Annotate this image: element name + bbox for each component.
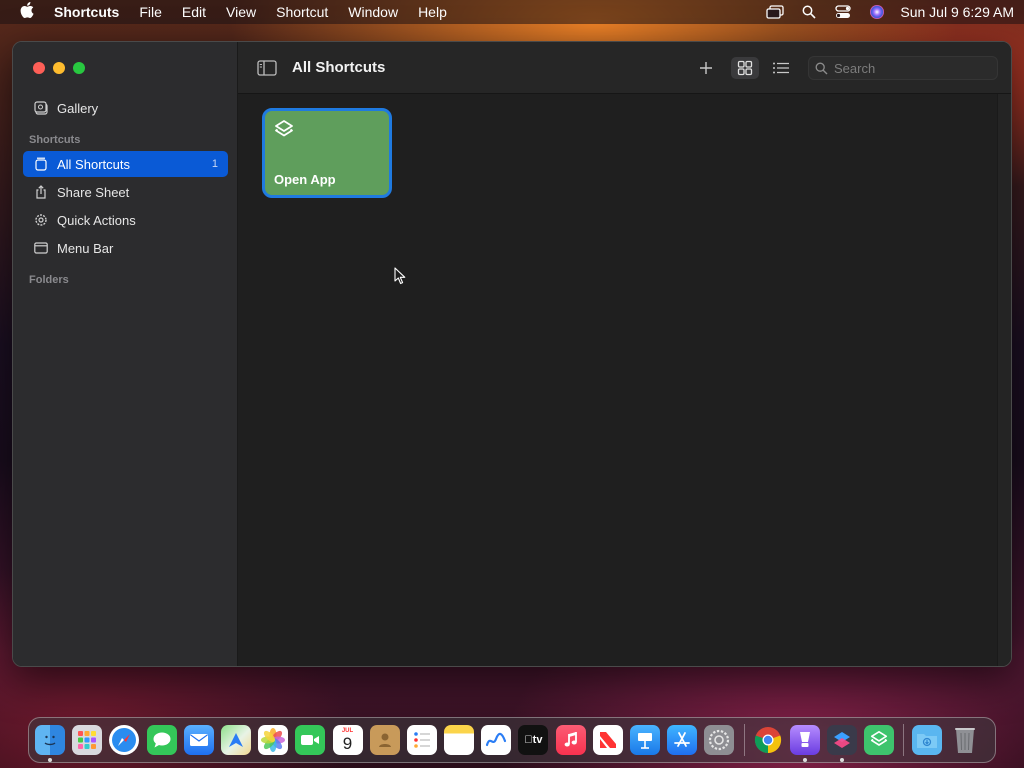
sidebar-item-label: Gallery xyxy=(57,100,99,116)
dock-news-icon[interactable] xyxy=(592,725,623,755)
zoom-window-button[interactable] xyxy=(73,62,85,74)
toggle-sidebar-button[interactable] xyxy=(255,57,279,79)
dock-facetime-icon[interactable] xyxy=(295,725,326,755)
shortcut-card-label: Open App xyxy=(274,172,336,187)
dock-marker-app-icon[interactable] xyxy=(789,725,820,762)
sidebar-section-shortcuts: Shortcuts xyxy=(29,134,81,146)
calendar-day: 9 xyxy=(342,734,353,753)
dock-keynote-icon[interactable] xyxy=(630,725,660,755)
sidebar-item-share-sheet[interactable]: Share Sheet xyxy=(23,179,228,205)
shortcut-card-open-app[interactable]: Open App xyxy=(262,108,392,198)
grid-icon xyxy=(737,60,753,76)
menu-window[interactable]: Window xyxy=(348,4,398,20)
sidebar-item-label: Share Sheet xyxy=(57,184,130,200)
close-window-button[interactable] xyxy=(33,62,45,74)
gallery-icon xyxy=(33,100,49,116)
sidebar-toggle-icon xyxy=(257,60,277,76)
tv-label:  xyxy=(524,734,532,746)
sidebar-item-quick-actions[interactable]: Quick Actions xyxy=(23,207,228,233)
menu-edit[interactable]: Edit xyxy=(182,4,206,20)
page-title: All Shortcuts xyxy=(292,59,386,76)
list-view-button[interactable] xyxy=(767,57,795,79)
main-panel: All Shortcuts Open App xyxy=(238,42,1011,666)
toolbar: All Shortcuts xyxy=(238,42,1011,94)
apple-menu-icon[interactable] xyxy=(18,1,36,23)
sidebar-item-label: Quick Actions xyxy=(57,212,136,228)
dock-freeform-icon[interactable] xyxy=(481,725,512,755)
search-icon xyxy=(815,62,828,74)
dock-finder-icon[interactable] xyxy=(35,725,65,762)
dock-reminders-icon[interactable] xyxy=(406,725,437,755)
add-shortcut-button[interactable] xyxy=(694,57,718,79)
gear-icon xyxy=(33,212,49,228)
grid-view-button[interactable] xyxy=(731,57,759,79)
dock-launchpad-icon[interactable] xyxy=(72,725,103,755)
sidebar: Gallery Shortcuts All Shortcuts 1 Share … xyxy=(13,42,238,666)
list-icon xyxy=(773,62,789,74)
sidebar-item-menu-bar[interactable]: Menu Bar xyxy=(23,235,228,261)
dock-photos-icon[interactable] xyxy=(258,725,289,755)
tv-label-text: tv xyxy=(528,734,543,746)
share-icon xyxy=(33,184,49,200)
dock-downloads-folder-icon[interactable] xyxy=(912,725,943,755)
shortcuts-layers-icon xyxy=(273,119,295,141)
menu-help[interactable]: Help xyxy=(418,4,447,20)
minimize-window-button[interactable] xyxy=(53,62,65,74)
dock-shortcuts-app-icon[interactable] xyxy=(826,725,857,762)
dock: JUL 9 tv xyxy=(28,717,996,763)
dock-separator xyxy=(903,724,905,756)
sidebar-item-gallery[interactable]: Gallery xyxy=(23,95,228,121)
mouse-cursor-icon xyxy=(394,267,406,290)
menu-view[interactable]: View xyxy=(226,4,256,20)
dock-mail-icon[interactable] xyxy=(183,725,214,755)
dock-chrome-icon[interactable] xyxy=(753,725,783,755)
menu-app-name[interactable]: Shortcuts xyxy=(54,4,119,20)
control-center-icon[interactable] xyxy=(826,5,860,19)
screen-mirroring-icon[interactable] xyxy=(758,5,792,19)
menu-bar: Shortcuts File Edit View Shortcut Window… xyxy=(0,0,1024,24)
menubar-icon xyxy=(33,240,49,256)
scrollbar[interactable] xyxy=(997,94,1011,666)
menu-shortcut[interactable]: Shortcut xyxy=(276,4,328,20)
sidebar-item-label: Menu Bar xyxy=(57,240,114,256)
shortcuts-window: Gallery Shortcuts All Shortcuts 1 Share … xyxy=(12,41,1012,667)
dock-tv-icon[interactable]: tv xyxy=(518,725,549,755)
dock-maps-icon[interactable] xyxy=(220,725,251,755)
dock-contacts-icon[interactable] xyxy=(369,725,400,755)
search-input[interactable] xyxy=(834,60,984,76)
siri-icon[interactable] xyxy=(860,4,894,20)
dock-safari-icon[interactable] xyxy=(109,725,140,755)
dock-separator xyxy=(743,724,745,756)
dock-music-icon[interactable] xyxy=(555,725,586,755)
search-field[interactable] xyxy=(808,56,998,80)
sidebar-item-label: All Shortcuts xyxy=(57,156,130,172)
dock-shortcuts-icon[interactable] xyxy=(864,725,895,755)
window-controls xyxy=(33,62,85,74)
spotlight-search-icon[interactable] xyxy=(792,5,826,19)
stack-icon xyxy=(33,156,49,172)
menubar-clock[interactable]: Sun Jul 9 6:29 AM xyxy=(900,4,1014,20)
plus-icon xyxy=(700,62,712,74)
dock-messages-icon[interactable] xyxy=(146,725,177,755)
sidebar-item-all-shortcuts[interactable]: All Shortcuts 1 xyxy=(23,151,228,177)
dock-calendar-icon[interactable]: JUL 9 xyxy=(332,725,363,755)
shortcut-count-badge: 1 xyxy=(211,158,218,170)
dock-trash-icon[interactable] xyxy=(950,725,980,755)
dock-app-store-icon[interactable] xyxy=(667,725,698,755)
dock-system-settings-icon[interactable] xyxy=(704,725,735,755)
menu-file[interactable]: File xyxy=(139,4,162,20)
sidebar-section-folders: Folders xyxy=(29,274,69,286)
shortcuts-grid: Open App xyxy=(238,94,1011,666)
dock-notes-icon[interactable] xyxy=(444,725,475,755)
